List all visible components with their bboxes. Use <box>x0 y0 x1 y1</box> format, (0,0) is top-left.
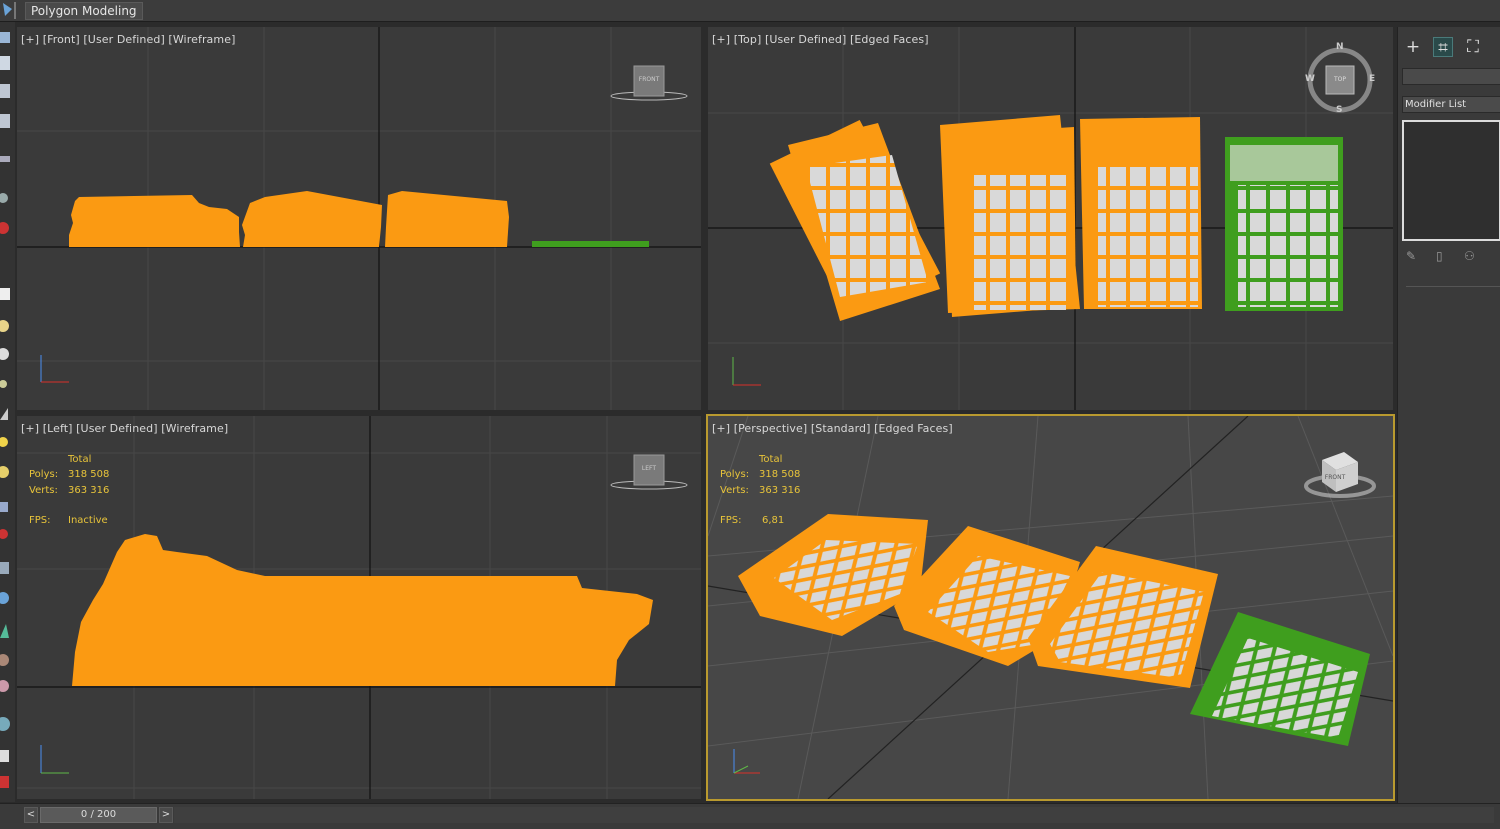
stats-total: Total <box>759 454 783 465</box>
stats-fps-value: 6,81 <box>762 515 785 526</box>
stats-polys-label: Polys: <box>29 469 59 480</box>
viewport-label-front[interactable]: [+] [Front] [User Defined] [Wireframe] <box>21 33 235 46</box>
viewport-label-perspective[interactable]: [+] [Perspective] [Standard] [Edged Face… <box>712 422 953 435</box>
modifier-stack[interactable] <box>1402 120 1500 241</box>
max-workspace: Polygon Modeling [+] [Front] [User Defin… <box>0 0 1500 829</box>
calendar-stack-1 <box>69 195 240 247</box>
stats-perspective: Total Polys: 318 508 Verts: 363 316 FPS:… <box>720 452 830 532</box>
calendar-stack-2 <box>242 191 382 247</box>
viewport-label-top[interactable]: [+] [Top] [User Defined] [Edged Faces] <box>712 33 929 46</box>
calendar-stack-2-top <box>940 115 1080 317</box>
top-scene <box>708 27 1393 410</box>
command-panel-tabs: + ⌗ ⛶ <box>1398 33 1500 59</box>
stats-verts-value: 363 316 <box>68 485 110 496</box>
stats-fps-label: FPS: <box>720 515 742 526</box>
axis-tripod <box>732 357 761 386</box>
stats-left: Total Polys: 318 508 Verts: 363 316 FPS:… <box>29 452 139 532</box>
viewcube-face-left: LEFT <box>641 465 657 472</box>
stats-polys-value: 318 508 <box>68 469 110 480</box>
viewcube-face-top: TOP <box>1333 76 1346 83</box>
calendar-stack-3 <box>385 191 509 247</box>
stats-polys-label: Polys: <box>720 469 750 480</box>
compass-e: E <box>1369 74 1376 84</box>
stats-total: Total <box>68 454 92 465</box>
viewport-front[interactable]: [+] [Front] [User Defined] [Wireframe] F… <box>17 27 701 410</box>
axis-tripod <box>40 745 69 774</box>
object-name-field[interactable] <box>1402 68 1500 85</box>
front-scene <box>17 27 701 410</box>
viewcube-left[interactable] <box>610 454 688 490</box>
show-result-icon[interactable]: ▯ <box>1436 249 1443 263</box>
stats-fps-label: FPS: <box>29 515 51 526</box>
time-slider-prev-button[interactable]: < <box>24 807 38 823</box>
viewport-label-left[interactable]: [+] [Left] [User Defined] [Wireframe] <box>21 422 228 435</box>
stats-verts-value: 363 316 <box>759 485 801 496</box>
compass-s: S <box>1336 105 1343 115</box>
time-slider-thumb[interactable]: 0 / 200 <box>40 807 157 823</box>
calendar-green-persp <box>1190 612 1370 746</box>
time-slider-next-button[interactable]: > <box>159 807 173 823</box>
app-menu-icon[interactable] <box>0 0 18 20</box>
panel-divider <box>1406 286 1500 287</box>
tab-polygon-modeling[interactable]: Polygon Modeling <box>25 2 143 20</box>
axis-tripod <box>733 749 760 774</box>
tool-icons[interactable] <box>0 32 10 788</box>
viewcube-face-front: FRONT <box>638 76 660 83</box>
stack-tools: ✎ ▯ ⚇ <box>1406 249 1500 267</box>
stats-verts-label: Verts: <box>720 485 749 496</box>
modifier-list-dropdown[interactable]: Modifier List <box>1402 96 1500 113</box>
axis-tripod <box>40 355 69 383</box>
hierarchy-icon[interactable]: ⛶ <box>1463 37 1483 57</box>
stats-fps-value: Inactive <box>68 515 108 526</box>
time-slider-track[interactable] <box>174 807 1494 823</box>
viewport-left[interactable]: [+] [Left] [User Defined] [Wireframe] LE… <box>17 416 701 799</box>
viewcube-front[interactable] <box>610 65 688 101</box>
stats-polys-value: 318 508 <box>759 469 801 480</box>
viewport-perspective[interactable]: [+] [Perspective] [Standard] [Edged Face… <box>706 414 1395 801</box>
calendar-stack-3-top <box>1080 117 1202 309</box>
viewcube-face-persp: FRONT <box>1324 474 1346 481</box>
time-slider-bar: < 0 / 200 > <box>0 803 1500 829</box>
ribbon: Polygon Modeling <box>0 0 1500 22</box>
toolbar-icons <box>0 32 10 788</box>
calendar-stack-1-top <box>769 119 941 321</box>
compass-w: W <box>1305 74 1315 84</box>
make-unique-icon[interactable]: ⚇ <box>1464 249 1475 263</box>
left-toolbar <box>0 22 15 802</box>
calendar-stack-side <box>72 534 653 686</box>
pin-icon[interactable]: ✎ <box>1406 249 1416 263</box>
command-panel: + ⌗ ⛶ Modifier List ✎ ▯ ⚇ <box>1397 27 1500 803</box>
calendar-green-top <box>1225 137 1343 311</box>
compass-n: N <box>1336 42 1344 52</box>
viewport-top[interactable]: [+] [Top] [User Defined] [Edged Faces] T… <box>708 27 1393 410</box>
stats-verts-label: Verts: <box>29 485 58 496</box>
calendar-green-flat <box>532 241 649 247</box>
plus-icon[interactable]: + <box>1403 37 1423 57</box>
modify-icon[interactable]: ⌗ <box>1433 37 1453 58</box>
